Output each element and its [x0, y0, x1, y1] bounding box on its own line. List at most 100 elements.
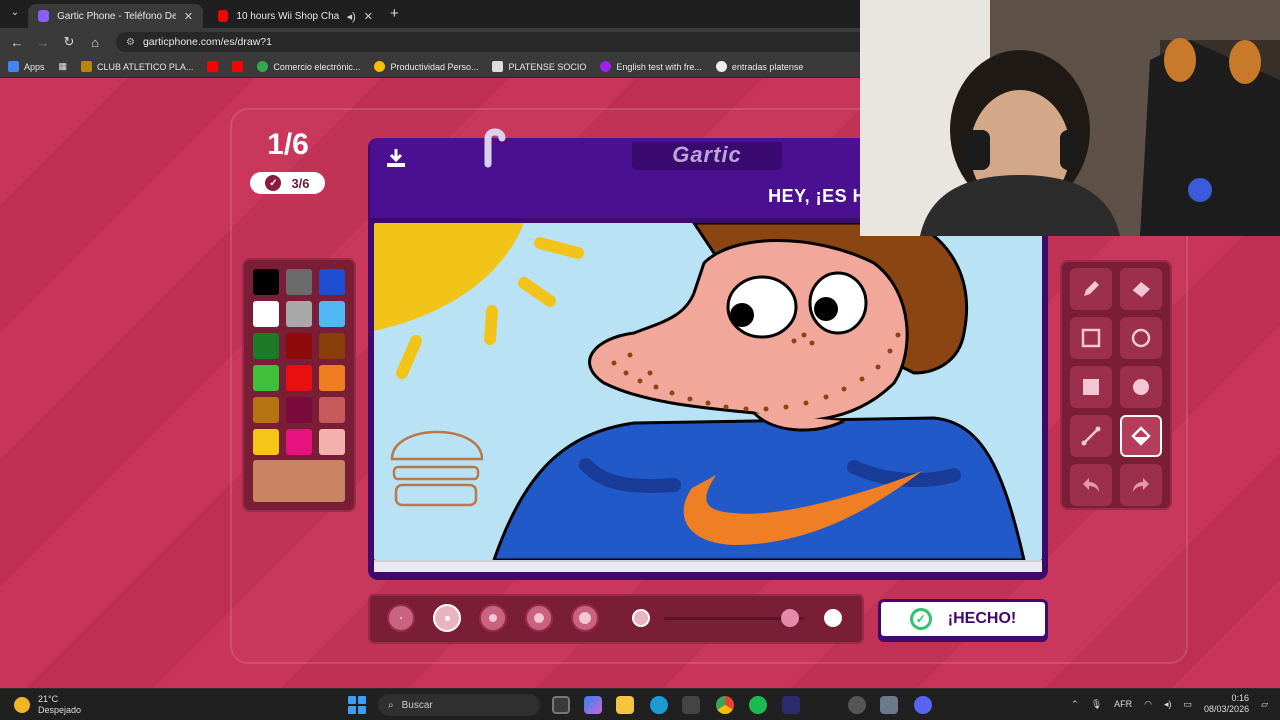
youtube-icon — [232, 61, 244, 72]
app-icon[interactable] — [782, 696, 800, 714]
discord-icon[interactable] — [914, 696, 932, 714]
bookmark-platense-socio[interactable]: PLATENSE SOCIO — [492, 61, 586, 72]
color-swatch[interactable] — [253, 269, 279, 295]
color-swatch[interactable] — [286, 269, 312, 295]
weather-condition: Despejado — [38, 705, 82, 715]
color-swatch[interactable] — [253, 333, 279, 359]
obs-icon[interactable] — [848, 696, 866, 714]
file-explorer-icon[interactable] — [616, 696, 634, 714]
download-icon[interactable] — [384, 146, 408, 170]
back-icon[interactable]: ← — [4, 35, 30, 50]
bookmark-youtube-1[interactable] — [207, 61, 219, 72]
forward-icon[interactable]: → — [30, 35, 56, 50]
notifications-icon[interactable]: ▱ — [1261, 699, 1268, 710]
eraser-tool[interactable] — [1120, 268, 1162, 310]
bookmark-comercio[interactable]: Comercio electrónic... — [257, 61, 360, 72]
volume-icon[interactable]: ◂) — [1164, 699, 1172, 710]
players-done-badge: ✓ 3/6 — [250, 172, 325, 194]
color-swatch[interactable] — [253, 429, 279, 455]
edge-icon[interactable] — [650, 696, 668, 714]
color-swatch[interactable] — [286, 333, 312, 359]
ellipse-icon — [1131, 328, 1151, 348]
bookmark-club[interactable]: CLUB ATLETICO PLA... — [81, 61, 193, 72]
clock-date: 08/03/2026 — [1204, 704, 1250, 714]
color-swatch[interactable] — [319, 397, 345, 423]
opacity-max-knob[interactable] — [824, 609, 842, 627]
tab-gartic-phone[interactable]: Gartic Phone - Teléfono Descon ✕ — [28, 4, 203, 28]
search-icon: ⌕ — [388, 699, 394, 711]
bookmark-apps[interactable]: Apps — [8, 61, 45, 72]
opacity-min-knob[interactable] — [632, 609, 650, 627]
redo-tool[interactable] — [1120, 464, 1162, 506]
color-swatch[interactable] — [253, 365, 279, 391]
youtube-icon — [207, 61, 219, 72]
done-button[interactable]: ✓ ¡HECHO! — [878, 599, 1048, 639]
undo-tool[interactable] — [1070, 464, 1112, 506]
hanger-hook-icon — [484, 128, 506, 168]
pencil-tool[interactable] — [1070, 268, 1112, 310]
site-info-icon[interactable]: ⚙ — [126, 37, 135, 48]
audio-icon[interactable]: ◂) — [347, 10, 356, 23]
wifi-icon[interactable]: ◠ — [1144, 699, 1152, 710]
canvas-bottom-bar — [374, 560, 1042, 572]
color-swatch[interactable] — [319, 429, 345, 455]
fill-bucket-icon — [1131, 426, 1151, 446]
bookmark-english-test[interactable]: English test with fre... — [600, 61, 702, 72]
color-swatch[interactable] — [319, 301, 345, 327]
microphone-icon[interactable]: 🎙 — [1091, 699, 1102, 710]
start-button[interactable] — [348, 696, 366, 714]
new-tab-button[interactable]: + — [390, 5, 399, 22]
rectangle-tool[interactable] — [1070, 317, 1112, 359]
grid-icon: ▦ — [58, 61, 68, 71]
copilot-icon[interactable] — [584, 696, 602, 714]
color-swatch[interactable] — [319, 269, 345, 295]
store-icon[interactable] — [682, 696, 700, 714]
color-swatch[interactable] — [286, 301, 312, 327]
language-indicator[interactable]: AFR — [1114, 699, 1132, 709]
close-tab-icon[interactable]: ✕ — [184, 10, 193, 23]
taskbar-search[interactable]: ⌕ Buscar — [378, 694, 540, 716]
settings-icon[interactable] — [880, 696, 898, 714]
battery-icon[interactable]: ▭ — [1184, 699, 1193, 710]
bookmark-grid[interactable]: ▦ — [59, 61, 68, 72]
brush-size-button[interactable] — [571, 604, 599, 632]
bookmark-youtube-2[interactable] — [232, 61, 244, 72]
brush-size-dot — [489, 614, 497, 622]
task-view-icon[interactable] — [552, 696, 570, 714]
rectangle-icon — [1081, 328, 1101, 348]
color-swatch[interactable] — [319, 333, 345, 359]
color-swatch[interactable] — [286, 365, 312, 391]
globe-icon — [715, 61, 727, 72]
system-tray: ⌃ 🎙 AFR ◠ ◂) ▭ 0:16 08/03/2026 ▱ — [1071, 693, 1268, 715]
tab-search-icon[interactable]: ⌄ — [6, 7, 24, 21]
filled-rectangle-tool[interactable] — [1070, 366, 1112, 408]
chrome-icon[interactable] — [716, 696, 734, 714]
filled-ellipse-tool[interactable] — [1120, 366, 1162, 408]
reload-icon[interactable]: ↻ — [56, 34, 82, 50]
color-swatch[interactable] — [253, 301, 279, 327]
close-tab-icon[interactable]: ✕ — [364, 10, 373, 23]
chevron-up-icon[interactable]: ⌃ — [1071, 699, 1079, 710]
clock[interactable]: 0:16 08/03/2026 — [1204, 693, 1249, 715]
color-swatch[interactable] — [286, 429, 312, 455]
home-icon[interactable]: ⌂ — [82, 35, 108, 50]
bookmark-productividad[interactable]: Productividad Perso... — [374, 61, 478, 72]
fill-bucket-tool[interactable] — [1120, 415, 1162, 457]
tab-wii-shop[interactable]: 10 hours Wii Shop Channel ◂) ✕ — [208, 4, 383, 28]
color-swatch[interactable] — [319, 365, 345, 391]
spotify-icon[interactable] — [749, 696, 767, 714]
drawing-canvas[interactable] — [374, 223, 1042, 560]
brush-size-button[interactable] — [433, 604, 461, 632]
opacity-slider-thumb[interactable] — [781, 609, 799, 627]
color-swatch[interactable] — [286, 397, 312, 423]
brush-size-button[interactable] — [387, 604, 415, 632]
brush-size-button[interactable] — [479, 604, 507, 632]
color-swatch[interactable] — [253, 397, 279, 423]
webcam-overlay — [860, 0, 1280, 236]
bookmark-entradas[interactable]: entradas platense — [715, 61, 803, 72]
weather-widget[interactable]: 21°C Despejado — [14, 694, 81, 716]
line-tool[interactable] — [1070, 415, 1112, 457]
brush-size-button[interactable] — [525, 604, 553, 632]
ellipse-tool[interactable] — [1120, 317, 1162, 359]
color-palette — [242, 258, 356, 512]
